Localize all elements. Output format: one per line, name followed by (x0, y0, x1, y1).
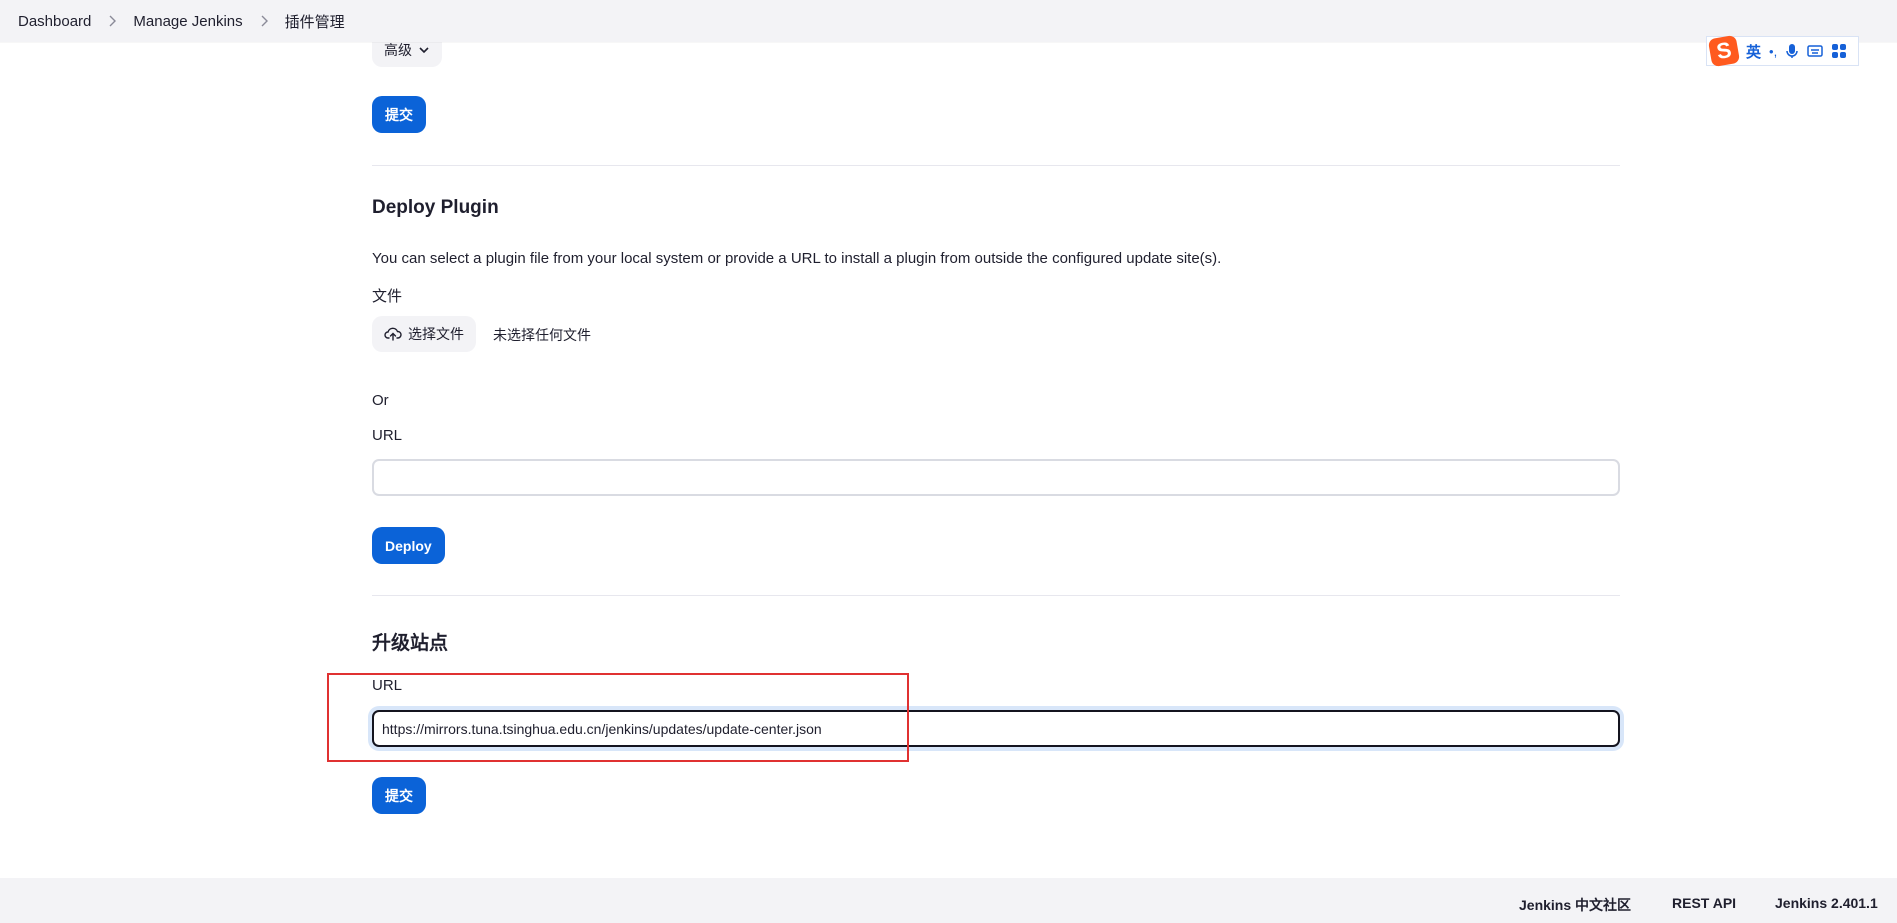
update-site-submit-button[interactable]: 提交 (372, 777, 426, 814)
footer-link-rest-api[interactable]: REST API (1672, 895, 1736, 911)
grid-icon[interactable] (1831, 43, 1847, 59)
deploy-plugin-title: Deploy Plugin (372, 197, 499, 218)
breadcrumb-plugin-manager[interactable]: 插件管理 (285, 11, 345, 32)
or-text: Or (372, 392, 389, 409)
deploy-url-input[interactable] (372, 459, 1620, 496)
breadcrumb: Dashboard Manage Jenkins 插件管理 (0, 0, 1897, 42)
cloud-upload-icon (384, 327, 402, 341)
choose-file-label: 选择文件 (408, 326, 464, 342)
file-label: 文件 (372, 288, 403, 305)
update-site-url-label: URL (372, 677, 403, 694)
breadcrumb-dashboard[interactable]: Dashboard (18, 13, 91, 30)
advanced-label: 高级 (384, 42, 412, 58)
deploy-plugin-description: You can select a plugin file from your l… (372, 250, 1222, 267)
submit-button[interactable]: 提交 (372, 96, 426, 133)
ime-mode-label[interactable]: 英 (1746, 41, 1761, 62)
chevron-down-icon (419, 47, 429, 54)
deploy-url-label: URL (372, 427, 403, 444)
breadcrumb-manage-jenkins[interactable]: Manage Jenkins (133, 13, 242, 30)
section-divider (372, 595, 1620, 596)
deploy-button[interactable]: Deploy (372, 527, 445, 564)
chevron-right-icon (261, 15, 268, 27)
update-site-title: 升级站点 (372, 633, 449, 654)
no-file-selected-text: 未选择任何文件 (493, 327, 591, 343)
punctuation-icon[interactable]: •, (1769, 44, 1777, 59)
sogou-logo-icon[interactable]: S (1707, 34, 1741, 68)
footer-link-version[interactable]: Jenkins 2.401.1 (1775, 895, 1878, 911)
chevron-right-icon (109, 15, 117, 27)
choose-file-button[interactable]: 选择文件 (372, 316, 476, 352)
update-site-url-input[interactable] (372, 710, 1620, 747)
section-divider (372, 165, 1620, 166)
keyboard-icon[interactable] (1807, 44, 1823, 58)
microphone-icon[interactable] (1785, 43, 1799, 59)
ime-toolbar[interactable]: S 英 •, (1706, 34, 1859, 68)
footer-link-community[interactable]: Jenkins 中文社区 (1519, 895, 1631, 915)
footer: Jenkins 中文社区 REST API Jenkins 2.401.1 (0, 878, 1897, 923)
